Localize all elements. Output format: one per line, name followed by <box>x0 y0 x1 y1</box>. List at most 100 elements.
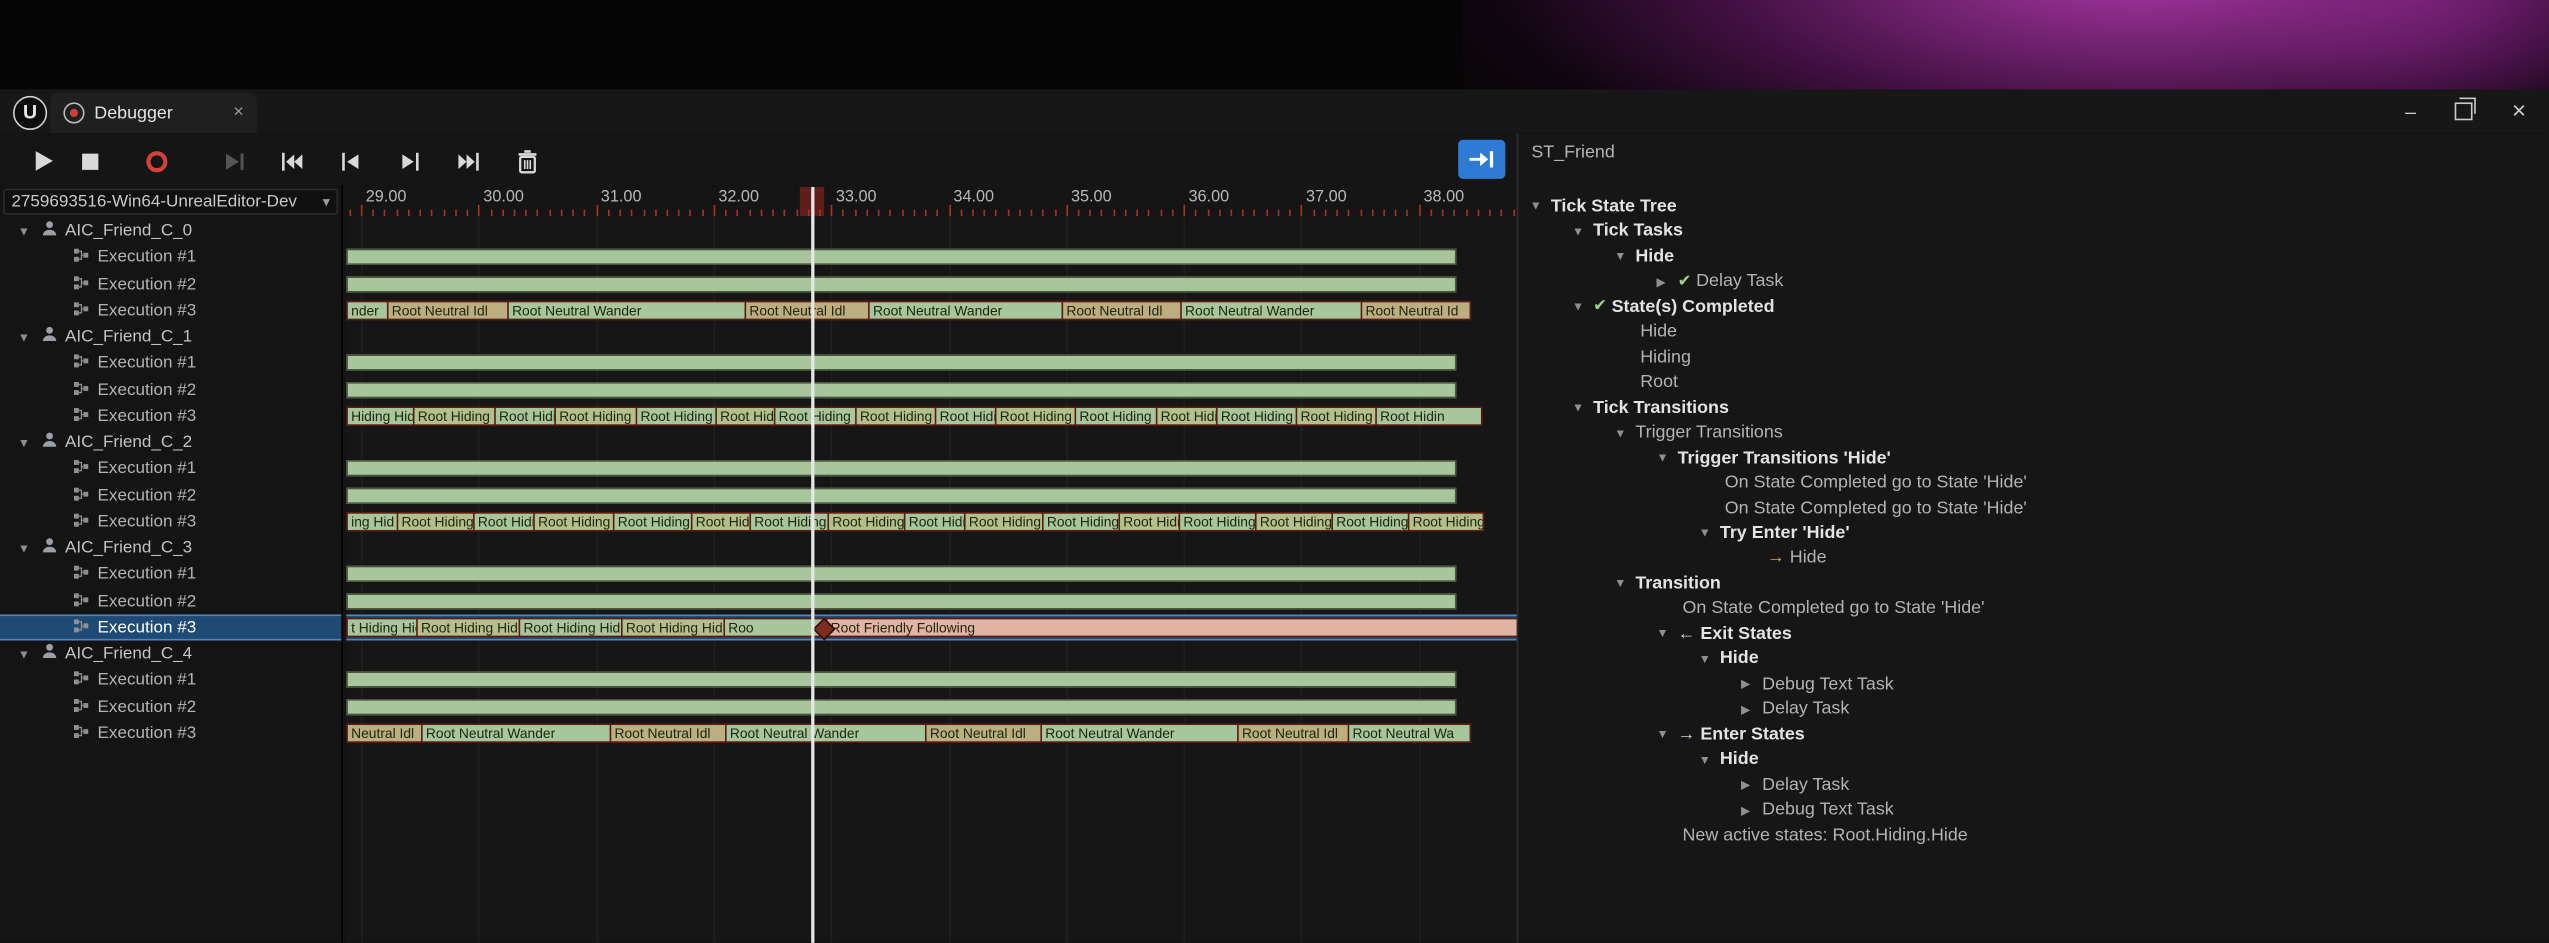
state-segment[interactable]: Root Neutral Idl <box>1239 725 1348 741</box>
state-segment[interactable]: Root Hidin <box>1377 408 1481 424</box>
delete-recording-button[interactable] <box>509 146 545 175</box>
track-bar-segments[interactable]: Hiding HidRoot Hiding HidRoot Hiding Hid… <box>346 406 1482 426</box>
inspector-row[interactable]: New active states: Root.Hiding.Hide <box>1656 823 1967 848</box>
state-segment[interactable]: Root Neutral Idl <box>746 302 868 318</box>
tree-row-execution[interactable]: Execution #1 <box>0 244 341 270</box>
state-segment[interactable]: Root Hiding Hid <box>556 408 636 424</box>
state-segment[interactable]: Root Neutral Idl <box>1063 302 1180 318</box>
expander-closed-icon[interactable]: ▶ <box>1741 677 1757 692</box>
tab-debugger[interactable]: Debugger × <box>50 93 256 134</box>
tree-row-execution[interactable]: Execution #2 <box>0 271 341 297</box>
expander-open-icon[interactable]: ▼ <box>1699 526 1715 541</box>
state-segment[interactable]: Root Hiding Hid <box>418 619 519 635</box>
state-segment[interactable]: Root Hiding Hid <box>1297 408 1375 424</box>
inspector-row[interactable]: ▼Tick State Tree <box>1530 193 1677 218</box>
inspector-row[interactable]: ▼Tick Transitions <box>1572 395 1729 420</box>
tree-row-execution[interactable]: Execution #3 <box>0 297 341 323</box>
tree-row-execution[interactable]: Execution #3 <box>0 403 341 429</box>
state-segment[interactable]: Root Neutral Wander <box>509 302 745 318</box>
track-bar-segments[interactable]: t Hiding HidRoot Hiding HidRoot Hiding H… <box>346 618 1516 638</box>
track-bar[interactable] <box>346 249 1456 265</box>
tree-row-execution[interactable]: Execution #2 <box>0 482 341 508</box>
expander-open-icon[interactable]: ▼ <box>1614 425 1630 440</box>
track-bar[interactable] <box>346 566 1456 582</box>
inspector-row[interactable]: Root <box>1614 370 1678 395</box>
state-segment[interactable]: Root Hiding Hid <box>1157 408 1216 424</box>
expander-open-icon[interactable]: ▼ <box>1572 400 1588 415</box>
inspector-row[interactable]: On State Completed go to State 'Hide' <box>1699 495 2027 520</box>
state-segment[interactable]: Root Neutral Wander <box>870 302 1062 318</box>
inspector-row[interactable]: ▼←Exit States <box>1656 621 1791 646</box>
inspector-row[interactable]: On State Completed go to State 'Hide' <box>1656 596 1984 621</box>
state-segment[interactable]: Hiding Hid <box>348 408 413 424</box>
tree-row-controller[interactable]: ▼AIC_Friend_C_1 <box>0 323 341 349</box>
inspector-row[interactable]: On State Completed go to State 'Hide' <box>1699 470 2027 495</box>
track-bar-segments[interactable]: nderRoot Neutral IdlRoot Neutral WanderR… <box>346 301 1471 321</box>
expander-closed-icon[interactable]: ▶ <box>1741 777 1757 792</box>
state-segment[interactable]: Root Hiding Hide <box>535 514 613 530</box>
expander-open-icon[interactable]: ▼ <box>1572 299 1588 314</box>
inspector-row[interactable]: ▶Debug Text Task <box>1741 672 1894 697</box>
expander-icon[interactable]: ▼ <box>18 646 34 661</box>
expander-icon[interactable]: ▼ <box>18 435 34 450</box>
inspector-row[interactable]: ▶✔Delay Task <box>1656 269 1783 294</box>
inspector-row[interactable]: ▶Delay Task <box>1741 697 1849 722</box>
state-segment[interactable]: Root Hiding Hid <box>905 514 964 530</box>
state-segment[interactable]: Root Hiding Hid <box>475 514 534 530</box>
expander-open-icon[interactable]: ▼ <box>1699 652 1715 667</box>
state-segment[interactable]: Root Neutral Idl <box>389 302 508 318</box>
state-segment[interactable]: Root Hiding Hid <box>1076 408 1156 424</box>
state-segment[interactable]: Root Hiding Hid <box>415 408 495 424</box>
minimize-icon[interactable]: – <box>2405 102 2416 122</box>
inspector-row[interactable]: ▼Hide <box>1699 747 1759 772</box>
state-segment[interactable]: Root Neutral Id <box>1362 302 1469 318</box>
inspector-row[interactable]: ▼Transition <box>1614 571 1721 596</box>
timeline-ruler[interactable]: 29.0030.0031.0032.0033.0034.0035.0036.00… <box>346 187 1516 216</box>
state-segment[interactable]: Root Hiding Hid <box>1044 514 1119 530</box>
tree-row-execution[interactable]: Execution #3 <box>0 614 341 640</box>
inspector-row[interactable]: ▼Try Enter 'Hide' <box>1699 521 1850 546</box>
track-bar[interactable] <box>346 698 1456 714</box>
track-bar[interactable] <box>346 355 1456 371</box>
step-back-button[interactable] <box>333 146 369 175</box>
state-segment[interactable]: Root Hiding Hid <box>936 408 995 424</box>
state-segment[interactable]: Root Hiding Hid <box>1333 514 1408 530</box>
track-bar-segments[interactable]: ing HidRoot Hiding HideRoot Hiding HidRo… <box>346 512 1484 532</box>
tree-row-execution[interactable]: Execution #1 <box>0 667 341 693</box>
expander-closed-icon[interactable]: ▶ <box>1656 274 1672 289</box>
play-button[interactable] <box>26 146 62 175</box>
state-segment[interactable]: Root Hiding Hid <box>829 514 904 530</box>
step-to-end-button[interactable] <box>450 146 486 175</box>
state-segment[interactable]: nder <box>348 302 387 318</box>
tree-row-execution[interactable]: Execution #1 <box>0 456 341 482</box>
expander-open-icon[interactable]: ▼ <box>1656 450 1672 465</box>
expander-closed-icon[interactable]: ▶ <box>1741 702 1757 717</box>
session-dropdown[interactable]: 2759693516-Win64-UnrealEditor-Dev ▾ <box>3 189 338 215</box>
inspector-row[interactable]: ▼→Enter States <box>1656 722 1804 747</box>
playhead-line[interactable] <box>811 187 813 943</box>
tree-row-execution[interactable]: Execution #1 <box>0 561 341 587</box>
tree-row-execution[interactable]: Execution #2 <box>0 693 341 719</box>
state-segment[interactable]: Root Hiding Hid <box>623 619 724 635</box>
inspector-row[interactable]: ▶Debug Text Task <box>1741 797 1894 822</box>
track-bar[interactable] <box>346 593 1456 609</box>
state-segment[interactable]: Root Hiding Hid <box>966 514 1042 530</box>
track-bar[interactable] <box>346 381 1456 397</box>
state-segment[interactable]: Root Hiding Hid <box>1120 514 1179 530</box>
inspector-row[interactable]: ▼✔State(s) Completed <box>1572 294 1775 319</box>
expander-icon[interactable]: ▼ <box>18 329 34 344</box>
state-segment[interactable]: Root Neutral Idl <box>927 725 1041 741</box>
state-segment[interactable]: Root Neutral Wander <box>423 725 610 741</box>
state-segment[interactable]: Root Hiding Hide <box>1180 514 1255 530</box>
record-button[interactable] <box>138 146 174 175</box>
state-segment[interactable]: Root Hiding Hide <box>398 514 473 530</box>
close-icon[interactable]: × <box>2512 102 2526 122</box>
inspector-row[interactable]: ▼Hide <box>1614 244 1674 269</box>
expander-open-icon[interactable]: ▼ <box>1699 752 1715 767</box>
inspector-row[interactable]: Hide <box>1614 319 1677 344</box>
expander-open-icon[interactable]: ▼ <box>1656 627 1672 642</box>
track-area[interactable]: nderRoot Neutral IdlRoot Neutral WanderR… <box>346 216 1516 943</box>
resume-button-disabled[interactable] <box>216 146 252 175</box>
state-segment[interactable]: Root Hiding <box>1409 514 1482 530</box>
inspector-row[interactable]: ▼Tick Tasks <box>1572 219 1683 244</box>
